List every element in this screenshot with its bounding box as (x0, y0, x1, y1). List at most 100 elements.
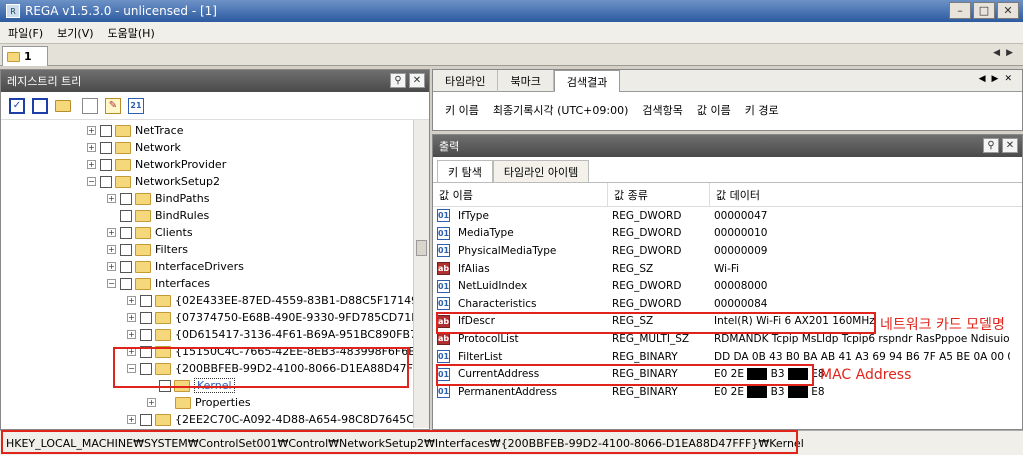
calendar-icon[interactable]: 21 (128, 97, 144, 114)
header-value-data[interactable]: 값 데이터 (710, 183, 1010, 207)
search-columns: 키 이름 최종기록시각 (UTC+09:00) 검색항목 값 이름 키 경로 (433, 92, 1022, 128)
tree-checkbox[interactable] (140, 328, 152, 341)
tree-checkbox[interactable] (120, 192, 132, 205)
table-row[interactable]: 01 CurrentAddress REG_BINARY E0 2E B3 E8 (433, 365, 1022, 383)
tree-checkbox[interactable] (100, 158, 112, 171)
tree-node[interactable]: + NetworkProvider (87, 156, 226, 173)
collapse-icon[interactable]: − (107, 279, 116, 288)
tree-checkbox[interactable] (100, 175, 112, 188)
edit-note-icon[interactable]: ✎ (105, 97, 121, 114)
tree-node[interactable]: + Clients (107, 224, 193, 241)
tree-checkbox[interactable] (100, 141, 112, 154)
header-value-type[interactable]: 값 종류 (608, 182, 710, 207)
binary-value-icon: 01 (437, 244, 450, 258)
table-row[interactable]: ab IfAlias REG_SZ Wi-Fi (433, 260, 1022, 278)
tree-node-selected[interactable]: Kernel (159, 377, 235, 394)
column-last-written[interactable]: 최종기록시각 (UTC+09:00) (493, 102, 629, 118)
tree-checkbox[interactable] (120, 260, 132, 273)
tree-checkbox[interactable] (140, 311, 152, 324)
tree-checkbox[interactable] (140, 362, 152, 375)
tab-scroll-arrows-icon[interactable]: ◀▶ (993, 48, 1019, 58)
tree-node[interactable]: − Interfaces (107, 275, 210, 292)
tab-search-results[interactable]: 검색결과 (553, 70, 621, 92)
tree-node[interactable]: + {02E433EE-87ED-4559-83B1-D88C5F171492} (127, 292, 429, 309)
tree-node[interactable]: + {2EE2C70C-A092-4D88-A654-98C8D7645CD5} (127, 411, 429, 428)
expand-icon[interactable]: + (87, 126, 96, 135)
table-row[interactable]: 01 NetLuidIndex REG_DWORD 00008000 (433, 277, 1022, 295)
tree-checkbox[interactable] (120, 209, 132, 222)
document-tab[interactable]: 1 (2, 46, 48, 66)
collapse-icon[interactable]: − (127, 364, 136, 373)
tree-checkbox[interactable] (140, 413, 152, 426)
tree-node[interactable]: + {07374750-E68B-490E-9330-9FD785CD71B6} (127, 309, 429, 326)
expand-icon[interactable]: + (127, 313, 136, 322)
tree-node[interactable]: + Network (87, 139, 181, 156)
scrollbar-thumb[interactable] (416, 240, 427, 256)
tree-node[interactable]: − NetworkSetup2 (87, 173, 220, 190)
table-row[interactable]: 01 FilterList REG_BINARY DD DA 0B 43 B0 BA … (433, 348, 1022, 366)
tab-scroll-arrows-icon[interactable]: ◀▶✕ (979, 74, 1018, 84)
pin-icon[interactable]: ⚲ (390, 73, 406, 88)
expand-icon[interactable]: + (107, 228, 116, 237)
maximize-icon[interactable]: □ (973, 2, 995, 19)
uncheck-all-icon[interactable] (32, 97, 48, 114)
table-row[interactable]: 01 IfType REG_DWORD 00000047 (433, 207, 1022, 225)
tree-node[interactable]: − {200BBFEB-99D2-4100-8066-D1EA88D47FFF} (127, 360, 429, 377)
table-row[interactable]: 01 PermanentAddress REG_BINARY E0 2E B3 E8 (433, 383, 1022, 401)
pin-icon[interactable]: ⚲ (983, 138, 999, 153)
tab-timeline[interactable]: 타임라인 (433, 70, 499, 92)
tree-node[interactable]: + NetTrace (87, 122, 184, 139)
expand-icon[interactable]: + (127, 330, 136, 339)
table-row[interactable]: 01 PhysicalMediaType REG_DWORD 00000009 (433, 242, 1022, 260)
tree-node[interactable]: + Filters (107, 241, 188, 258)
tree-node[interactable]: + Properties (147, 394, 251, 411)
tree-node[interactable]: + InterfaceDrivers (107, 258, 244, 275)
menu-help[interactable]: 도움말(H) (108, 25, 155, 41)
table-row[interactable]: 01 MediaType REG_DWORD 00000010 (433, 225, 1022, 243)
pane-close-icon[interactable]: ✕ (1002, 138, 1018, 153)
tree-node[interactable]: BindRules (107, 207, 209, 224)
pane-controls: ⚲ ✕ (983, 138, 1018, 153)
document-tabs: 1 ◀▶ (0, 44, 1023, 66)
tree-checkbox[interactable] (120, 226, 132, 239)
tree-scrollbar[interactable] (413, 120, 429, 428)
tree-checkbox[interactable] (140, 294, 152, 307)
close-icon[interactable]: ✕ (997, 2, 1019, 19)
expand-icon[interactable]: + (87, 143, 96, 152)
tab-key-explore[interactable]: 키 탐색 (437, 160, 493, 182)
tree-node[interactable]: + BindPaths (107, 190, 209, 207)
tab-timeline-items[interactable]: 타임라인 아이템 (492, 160, 590, 182)
tree-checkbox[interactable] (120, 277, 132, 290)
expand-icon[interactable]: + (107, 194, 116, 203)
tree-node[interactable]: + {0D615417-3136-4F61-B69A-951BC890FB76} (127, 326, 429, 343)
column-key-path[interactable]: 키 경로 (745, 102, 779, 118)
tree-checkbox[interactable] (140, 345, 152, 358)
tree-checkbox[interactable] (100, 124, 112, 137)
permanent-address-value: E0 2E B3 E8 (714, 385, 825, 398)
header-value-name[interactable]: 값 이름 (433, 182, 608, 207)
menu-view[interactable]: 보기(V) (57, 25, 93, 41)
collapse-icon[interactable]: − (87, 177, 96, 186)
menu-file[interactable]: 파일(F) (8, 25, 43, 41)
column-value-name[interactable]: 값 이름 (697, 102, 731, 118)
expand-icon[interactable]: + (127, 415, 136, 424)
expand-icon[interactable]: + (87, 160, 96, 169)
expand-icon[interactable]: + (147, 398, 156, 407)
copy-icon[interactable] (82, 97, 98, 114)
table-row[interactable]: 01 Characteristics REG_DWORD 00000084 (433, 295, 1022, 313)
expand-icon[interactable]: + (127, 347, 136, 356)
tree-checkbox[interactable] (159, 379, 171, 392)
expand-icon[interactable]: + (107, 245, 116, 254)
expand-icon[interactable]: + (107, 262, 116, 271)
expand-icon[interactable]: + (127, 296, 136, 305)
column-key-name[interactable]: 키 이름 (445, 102, 479, 118)
status-path: HKEY_LOCAL_MACHINE₩SYSTEM₩ControlSet001₩… (6, 436, 804, 450)
tree-node[interactable]: + {15150C4C-7665-42EE-8EB3-483998F6F6BE} (127, 343, 429, 360)
check-all-icon[interactable]: ✓ (9, 97, 25, 114)
pane-close-icon[interactable]: ✕ (409, 73, 425, 88)
tree-checkbox[interactable] (120, 243, 132, 256)
minimize-icon[interactable]: – (949, 2, 971, 19)
column-search-item[interactable]: 검색항목 (642, 102, 682, 118)
tab-bookmark[interactable]: 북마크 (498, 70, 554, 92)
open-folder-icon[interactable] (55, 99, 71, 112)
